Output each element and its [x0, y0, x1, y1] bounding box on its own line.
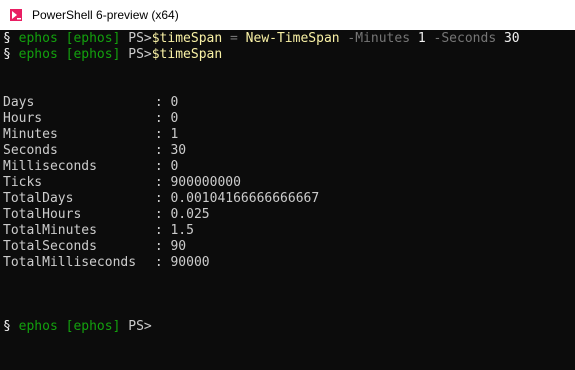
output-row: TotalMinutes : 1.5 — [3, 223, 575, 239]
output-row: Milliseconds : 0 — [3, 159, 575, 175]
prompt-symbol: § — [3, 47, 11, 62]
command-line-1: § ephos [ephos] PS>$timeSpan = New-TimeS… — [3, 31, 575, 47]
output-row: TotalMilliseconds : 90000 — [3, 255, 575, 271]
output-property-value: 0.025 — [170, 207, 210, 222]
output-property-value: 1 — [170, 127, 179, 142]
powershell-window: PowerShell 6-preview (x64) § ephos [epho… — [0, 0, 575, 370]
prompt-symbol: § — [3, 319, 11, 334]
command-variable: $timeSpan — [151, 31, 223, 46]
prompt-host: [ephos] — [65, 31, 121, 46]
output-separator: : — [147, 175, 171, 190]
command-value-seconds: 30 — [503, 31, 520, 46]
output-row: TotalSeconds : 90 — [3, 239, 575, 255]
output-separator: : — [147, 255, 171, 270]
output-property-value: 90 — [170, 239, 187, 254]
output-property-name: TotalMinutes — [3, 223, 97, 238]
output-property-name: Hours — [3, 111, 43, 126]
prompt-host: [ephos] — [65, 47, 121, 62]
output-separator: : — [147, 143, 171, 158]
output-separator: : — [147, 159, 171, 174]
output-separator: : — [147, 223, 171, 238]
output-row: Minutes : 1 — [3, 127, 575, 143]
prompt-symbol: § — [3, 31, 11, 46]
prompt-user: ephos — [18, 319, 58, 334]
output-property-value: 90000 — [170, 255, 210, 270]
prompt-ps: PS> — [128, 319, 152, 334]
output-property-name: Seconds — [3, 143, 58, 158]
output-row: TotalDays : 0.00104166666666667 — [3, 191, 575, 207]
output-property-value: 0 — [170, 111, 179, 126]
powershell-icon — [8, 7, 24, 23]
command-cmdlet: New-TimeSpan — [245, 31, 340, 46]
prompt-user: ephos — [18, 47, 58, 62]
command-line-3[interactable]: § ephos [ephos] PS> — [3, 319, 575, 335]
command-line-2: § ephos [ephos] PS>$timeSpan — [3, 47, 575, 63]
output-property-name: TotalHours — [3, 207, 82, 222]
prompt-ps: PS> — [128, 31, 152, 46]
output-property-name: TotalSeconds — [3, 239, 97, 254]
command-param-minutes: -Minutes — [347, 31, 411, 46]
output-property-value: 0 — [170, 95, 179, 110]
output-property-value: 1.5 — [170, 223, 194, 238]
output-property-name: Minutes — [3, 127, 58, 142]
output-property-name: Milliseconds — [3, 159, 97, 174]
output-property-name: TotalDays — [3, 191, 74, 206]
output-property-name: Days — [3, 95, 35, 110]
output-property-name: TotalMilliseconds — [3, 255, 137, 270]
output-row: TotalHours : 0.025 — [3, 207, 575, 223]
output-separator: : — [147, 191, 171, 206]
output-property-value: 900000000 — [170, 175, 241, 190]
command-value-minutes: 1 — [417, 31, 426, 46]
prompt-ps: PS> — [128, 47, 152, 62]
output-separator: : — [147, 95, 171, 110]
prompt-host: [ephos] — [65, 319, 121, 334]
output-property-value: 0 — [170, 159, 179, 174]
output-separator: : — [147, 207, 171, 222]
output-row: Days : 0 — [3, 95, 575, 111]
output-property-name: Ticks — [3, 175, 43, 190]
command-operator: = — [222, 31, 246, 46]
output-row: Ticks : 900000000 — [3, 175, 575, 191]
command-param-seconds: -Seconds — [433, 31, 497, 46]
prompt-user: ephos — [18, 31, 58, 46]
output-row: Seconds : 30 — [3, 143, 575, 159]
output-separator: : — [147, 239, 171, 254]
command-variable: $timeSpan — [151, 47, 223, 62]
output-row: Hours : 0 — [3, 111, 575, 127]
output-separator: : — [147, 111, 171, 126]
output-property-value: 0.00104166666666667 — [170, 191, 320, 206]
title-bar[interactable]: PowerShell 6-preview (x64) — [0, 0, 575, 30]
output-separator: : — [147, 127, 171, 142]
window-title: PowerShell 6-preview (x64) — [32, 8, 179, 22]
output-property-value: 30 — [170, 143, 187, 158]
console-output[interactable]: § ephos [ephos] PS>$timeSpan = New-TimeS… — [0, 30, 575, 370]
